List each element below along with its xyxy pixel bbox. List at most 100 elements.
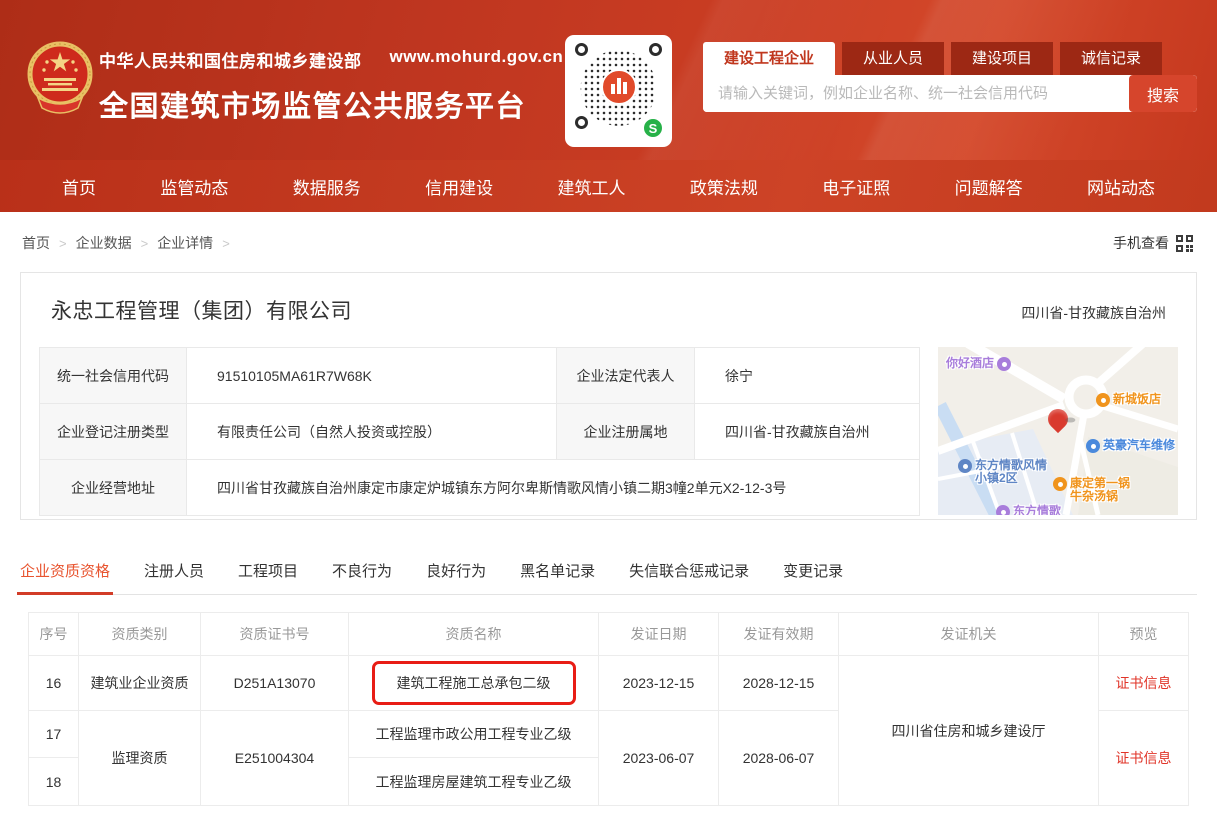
qualification-name: 工程监理房屋建筑工程专业乙级 (349, 758, 599, 806)
breadcrumb-enterprise-detail[interactable]: 企业详情 (157, 233, 213, 253)
business-address-value: 四川省甘孜藏族自治州康定市康定炉城镇东方阿尔卑斯情歌风情小镇二期3幢2单元X2-… (187, 460, 920, 516)
table-header-row: 序号 资质类别 资质证书号 资质名称 发证日期 发证有效期 发证机关 预览 (29, 613, 1189, 656)
poi-label: 康定第一锅牛杂汤锅 (1070, 477, 1132, 503)
ministry-name: 中华人民共和国住房和城乡建设部 (99, 47, 362, 72)
site-banner: 中华人民共和国住房和城乡建设部 www.mohurd.gov.cn 全国建筑市场… (0, 0, 1217, 160)
restaurant-poi-icon (1096, 393, 1110, 407)
poi-label: 你好酒店 (946, 357, 994, 371)
nav-item-policy[interactable]: 政策法规 (690, 174, 758, 199)
breadcrumb-home[interactable]: 首页 (22, 233, 50, 253)
qr-corner-ring (575, 43, 588, 56)
certificate-info-link[interactable]: 证书信息 (1116, 750, 1172, 766)
nav-item-data-services[interactable]: 数据服务 (293, 174, 361, 199)
tab-change-records[interactable]: 变更记录 (783, 560, 843, 581)
platform-title: 全国建筑市场监管公共服务平台 (99, 83, 563, 125)
field-label: 统一社会信用代码 (40, 348, 187, 404)
highlighted-qualification-name: 建筑工程施工总承包二级 (372, 661, 576, 705)
field-label: 企业注册属地 (557, 404, 695, 460)
col-header-authority: 发证机关 (839, 613, 1099, 656)
company-detail-card: 永忠工程管理（集团）有限公司 四川省-甘孜藏族自治州 统一社会信用代码 9151… (20, 272, 1197, 520)
company-name: 永忠工程管理（集团）有限公司 (51, 295, 352, 325)
qualification-name: 工程监理市政公用工程专业乙级 (349, 711, 599, 758)
nav-item-faq[interactable]: 问题解答 (955, 174, 1023, 199)
nav-item-home[interactable]: 首页 (62, 174, 96, 199)
tab-bad-behavior[interactable]: 不良行为 (332, 560, 392, 581)
legal-representative-value: 徐宁 (695, 348, 920, 404)
company-region: 四川省-甘孜藏族自治州 (1021, 303, 1166, 325)
issue-date: 2023-12-15 (599, 656, 719, 711)
search-tab-personnel[interactable]: 从业人员 (842, 42, 944, 75)
tab-projects[interactable]: 工程项目 (238, 560, 298, 581)
tab-qualifications[interactable]: 企业资质资格 (20, 560, 110, 581)
certificate-info-link[interactable]: 证书信息 (1116, 675, 1172, 691)
nav-item-site-news[interactable]: 网站动态 (1087, 174, 1155, 199)
breadcrumb: 首页 > 企业数据 > 企业详情 > (22, 233, 239, 253)
registration-type-value: 有限责任公司（自然人投资或控股） (187, 404, 557, 460)
nav-item-certificates[interactable]: 电子证照 (822, 174, 890, 199)
col-header-category: 资质类别 (79, 613, 201, 656)
wechat-qr-code: S (565, 35, 672, 147)
poi-label: 英豪汽车维修 (1103, 439, 1175, 453)
search-button[interactable]: 搜索 (1129, 75, 1197, 112)
qr-code-icon (1176, 235, 1193, 252)
qualification-category: 建筑业企业资质 (79, 656, 201, 711)
poi-label: 东方情歌风情小镇2区 (975, 459, 1051, 485)
nav-item-workers[interactable]: 建筑工人 (558, 174, 626, 199)
ministry-website: www.mohurd.gov.cn (390, 47, 564, 72)
col-header-cert-no: 资质证书号 (201, 613, 349, 656)
breadcrumb-separator: > (222, 236, 230, 251)
car-repair-poi-icon (1086, 439, 1100, 453)
tab-registered-personnel[interactable]: 注册人员 (144, 560, 204, 581)
tab-dishonesty-records[interactable]: 失信联合惩戒记录 (629, 560, 749, 581)
search-tab-enterprise[interactable]: 建设工程企业 (703, 42, 835, 75)
national-emblem-logo (26, 38, 94, 118)
company-info-table: 统一社会信用代码 91510105MA61R7W68K 企业法定代表人 徐宁 企… (39, 347, 920, 516)
row-no: 18 (29, 758, 79, 806)
col-header-no: 序号 (29, 613, 79, 656)
field-label: 企业经营地址 (40, 460, 187, 516)
search-tab-credit[interactable]: 诚信记录 (1060, 42, 1162, 75)
detail-section-tabs: 企业资质资格 注册人员 工程项目 不良行为 良好行为 黑名单记录 失信联合惩戒记… (20, 560, 1197, 595)
issuing-authority: 四川省住房和城乡建设厅 (839, 656, 1099, 806)
search-tab-project[interactable]: 建设项目 (951, 42, 1053, 75)
main-nav: 首页 监管动态 数据服务 信用建设 建筑工人 政策法规 电子证照 问题解答 网站… (0, 160, 1217, 212)
tab-good-behavior[interactable]: 良好行为 (426, 560, 486, 581)
qr-corner-ring (575, 116, 588, 129)
row-no: 17 (29, 711, 79, 758)
col-header-preview: 预览 (1099, 613, 1189, 656)
col-header-name: 资质名称 (349, 613, 599, 656)
poi-label: 新城饭店 (1113, 393, 1161, 407)
wechat-miniprogram-icon: S (642, 117, 664, 139)
town-poi-icon (958, 459, 972, 473)
table-row: 16 建筑业企业资质 D251A13070 建筑工程施工总承包二级 2023-1… (29, 656, 1189, 711)
qr-center-building-icon (601, 69, 637, 105)
field-label: 企业法定代表人 (557, 348, 695, 404)
field-label: 企业登记注册类型 (40, 404, 187, 460)
breadcrumb-separator: > (59, 236, 67, 251)
nav-item-supervision[interactable]: 监管动态 (160, 174, 228, 199)
tab-blacklist[interactable]: 黑名单记录 (520, 560, 595, 581)
location-map[interactable]: 你好酒店 新城饭店 英豪汽车维修 东方情歌风情小镇2区 康定第一锅牛杂汤锅 (938, 347, 1178, 515)
search-category-tabs: 建设工程企业 从业人员 建设项目 诚信记录 (703, 42, 1197, 75)
certificate-number: D251A13070 (201, 656, 349, 711)
poi-label: 东方情歌 (1013, 505, 1061, 515)
mobile-view-link[interactable]: 手机查看 (1113, 233, 1193, 253)
breadcrumb-separator: > (141, 236, 149, 251)
nav-item-credit[interactable]: 信用建设 (425, 174, 493, 199)
col-header-issue-date: 发证日期 (599, 613, 719, 656)
breadcrumb-enterprise-data[interactable]: 企业数据 (76, 233, 132, 253)
issue-date: 2023-06-07 (599, 711, 719, 806)
valid-until-date: 2028-12-15 (719, 656, 839, 711)
poi-icon (996, 505, 1010, 515)
keyword-search-input[interactable] (703, 75, 1129, 112)
hotpot-poi-icon (1053, 477, 1067, 491)
qr-corner-ring (649, 43, 662, 56)
qualifications-table: 序号 资质类别 资质证书号 资质名称 发证日期 发证有效期 发证机关 预览 16… (28, 612, 1189, 806)
credit-code-value: 91510105MA61R7W68K (187, 348, 557, 404)
qualification-category: 监理资质 (79, 711, 201, 806)
certificate-number: E251004304 (201, 711, 349, 806)
registration-region-value: 四川省-甘孜藏族自治州 (695, 404, 920, 460)
hotel-poi-icon (997, 357, 1011, 371)
valid-until-date: 2028-06-07 (719, 711, 839, 806)
mobile-view-label: 手机查看 (1113, 233, 1169, 253)
